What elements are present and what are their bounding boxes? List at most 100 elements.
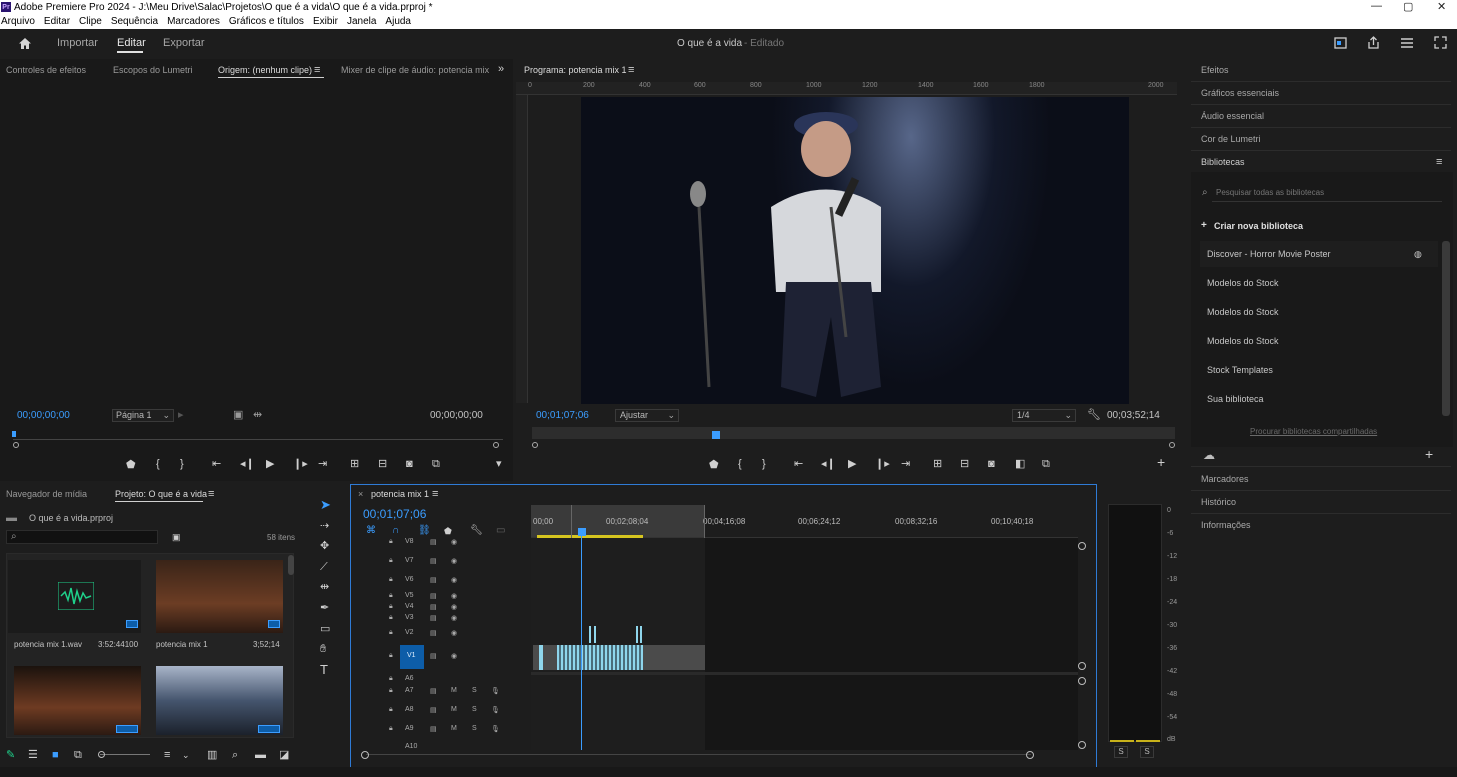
sync-icon[interactable]: ▤: [430, 629, 437, 637]
menu-marcadores[interactable]: Marcadores: [167, 16, 220, 27]
solo-button[interactable]: S: [472, 725, 477, 732]
lock-icon[interactable]: 🔒︎: [389, 603, 393, 611]
solo-right-button[interactable]: S: [1140, 746, 1154, 758]
sync-icon[interactable]: ▤: [430, 725, 437, 733]
track-header-a6[interactable]: 🔒︎ A6: [385, 675, 465, 687]
track-header-a8[interactable]: 🔒︎ A8 ▤ M S 🎙︎: [385, 706, 500, 718]
insert-icon[interactable]: ⊞: [350, 458, 359, 470]
lock-icon[interactable]: 🔒︎: [389, 629, 393, 637]
eye-icon[interactable]: ◉: [451, 614, 457, 622]
lock-icon[interactable]: 🔒︎: [389, 557, 393, 565]
captions-icon[interactable]: ▭: [496, 525, 505, 537]
add-marker-icon[interactable]: ⬟: [444, 525, 452, 537]
find-icon[interactable]: ⌕: [232, 749, 238, 761]
sequence-tab[interactable]: potencia mix 1: [371, 489, 429, 499]
lock-icon[interactable]: 🔒︎: [389, 675, 393, 683]
lumetri-color-panel[interactable]: Cor de Lumetri: [1201, 134, 1261, 144]
eye-icon[interactable]: ◉: [451, 629, 457, 637]
timeline-playhead-handle[interactable]: [578, 528, 586, 536]
lock-icon[interactable]: 🔒︎: [389, 652, 393, 660]
sync-icon[interactable]: ▤: [430, 614, 437, 622]
track-header-a7[interactable]: 🔒︎ A7 ▤ M S 🎙︎: [385, 687, 500, 699]
timeline-playhead-line[interactable]: [581, 535, 582, 750]
lock-icon[interactable]: 🔒︎: [389, 706, 393, 714]
type-tool-icon[interactable]: T: [320, 663, 328, 676]
menu-graficos[interactable]: Gráficos e títulos: [229, 16, 304, 27]
mark-in-icon[interactable]: {: [156, 458, 160, 470]
source-timecode[interactable]: 00;00;00;00: [17, 410, 70, 421]
track-header-v3[interactable]: 🔒︎ V3 ▤ ◉: [385, 614, 465, 626]
audio-scroll-bottom[interactable]: [1078, 741, 1086, 749]
zoom-handle-left[interactable]: [361, 751, 369, 759]
program-timecode[interactable]: 00;01;07;06: [536, 410, 589, 421]
browse-shared-libraries-link[interactable]: Procurar bibliotecas compartilhadas: [1250, 427, 1377, 436]
library-item[interactable]: Discover - Horror Movie Poster: [1207, 249, 1331, 259]
tab-mixer-audio[interactable]: Mixer de clipe de áudio: potencia mix: [341, 65, 489, 75]
microphone-icon[interactable]: 🎙︎: [491, 706, 500, 714]
track-header-a9[interactable]: 🔒︎ A9 ▤ M S 🎙︎: [385, 725, 500, 737]
timeline-timecode[interactable]: 00;01;07;06: [363, 507, 426, 521]
track-header-v1[interactable]: 🔒︎ V1 ▤ ◉: [385, 652, 465, 664]
go-to-in-icon[interactable]: ⇤: [212, 458, 221, 470]
more-tabs-icon[interactable]: »: [498, 63, 504, 75]
chevron-down-icon[interactable]: ⌄: [182, 749, 190, 761]
project-scrollbar[interactable]: [288, 555, 294, 575]
step-back-icon[interactable]: ◂❙: [821, 458, 836, 470]
step-forward-icon[interactable]: ❙▸: [875, 458, 890, 470]
history-panel[interactable]: Histórico: [1201, 497, 1236, 507]
sync-icon[interactable]: ▤: [430, 557, 437, 565]
mark-out-icon[interactable]: }: [762, 458, 766, 470]
libraries-panel[interactable]: Bibliotecas: [1201, 157, 1245, 167]
mark-out-icon[interactable]: }: [180, 458, 184, 470]
page-select[interactable]: Página 1 ⌄: [112, 409, 174, 422]
timeline-menu-icon[interactable]: ≡: [432, 488, 438, 500]
thumbnail-clip[interactable]: [14, 666, 141, 735]
eye-icon[interactable]: ◉: [451, 603, 457, 611]
clip-v2[interactable]: [594, 626, 596, 643]
button-editor-plus-icon[interactable]: +: [1157, 455, 1165, 469]
project-menu-icon[interactable]: ≡: [208, 488, 214, 500]
markers-panel[interactable]: Marcadores: [1201, 474, 1249, 484]
more-controls-icon[interactable]: ▾: [496, 458, 502, 470]
snap-icon[interactable]: ∩: [392, 525, 399, 537]
quick-export-icon[interactable]: [1334, 37, 1347, 49]
source-zoom-handle-left[interactable]: [13, 442, 19, 448]
sync-icon[interactable]: ▤: [430, 687, 437, 695]
track-select-tool-icon[interactable]: ⇢: [320, 520, 329, 532]
effects-panel[interactable]: Efeitos: [1201, 65, 1229, 75]
sync-icon[interactable]: ▤: [430, 603, 437, 611]
tab-controles-efeitos[interactable]: Controles de efeitos: [6, 65, 86, 75]
ripple-edit-tool-icon[interactable]: ✥: [320, 540, 329, 552]
zoom-slider[interactable]: [100, 754, 150, 755]
clip-v2[interactable]: [589, 626, 591, 643]
workspaces-icon[interactable]: [1400, 37, 1414, 49]
sort-icon[interactable]: ≡: [164, 749, 170, 761]
horizontal-zoom-bar[interactable]: [366, 754, 1031, 755]
track-header-a10[interactable]: A10: [385, 743, 465, 750]
library-item[interactable]: Modelos do Stock: [1207, 307, 1279, 317]
new-item-icon[interactable]: ◪: [279, 749, 289, 761]
nest-icon[interactable]: ⌘: [366, 525, 376, 537]
program-zoom-handle-left[interactable]: [532, 442, 538, 448]
sync-icon[interactable]: ▤: [430, 706, 437, 714]
eye-icon[interactable]: ◉: [451, 538, 457, 546]
step-back-icon[interactable]: ◂❙: [240, 458, 255, 470]
lift-icon[interactable]: ⊞: [933, 458, 942, 470]
automate-icon[interactable]: ▥: [207, 749, 217, 761]
solo-button[interactable]: S: [472, 687, 477, 694]
play-icon[interactable]: ▶: [848, 458, 856, 470]
library-item[interactable]: Modelos do Stock: [1207, 278, 1279, 288]
menu-editar[interactable]: Editar: [44, 16, 70, 27]
clip-v2[interactable]: [636, 626, 638, 643]
cloud-icon[interactable]: ☁: [1203, 449, 1215, 461]
clip-v2[interactable]: [640, 626, 642, 643]
sync-icon[interactable]: ▤: [430, 576, 437, 584]
step-forward-icon[interactable]: ❙▸: [293, 458, 308, 470]
go-to-in-icon[interactable]: ⇤: [794, 458, 803, 470]
libraries-search-input[interactable]: [1212, 184, 1442, 202]
track-header-v8[interactable]: 🔒︎ V8 ▤ ◉: [385, 538, 465, 550]
libraries-scrollbar[interactable]: [1442, 241, 1450, 416]
sync-icon[interactable]: ▤: [430, 538, 437, 546]
freeform-view-icon[interactable]: ⧉: [74, 749, 82, 761]
icon-view-icon[interactable]: ■: [52, 749, 59, 761]
